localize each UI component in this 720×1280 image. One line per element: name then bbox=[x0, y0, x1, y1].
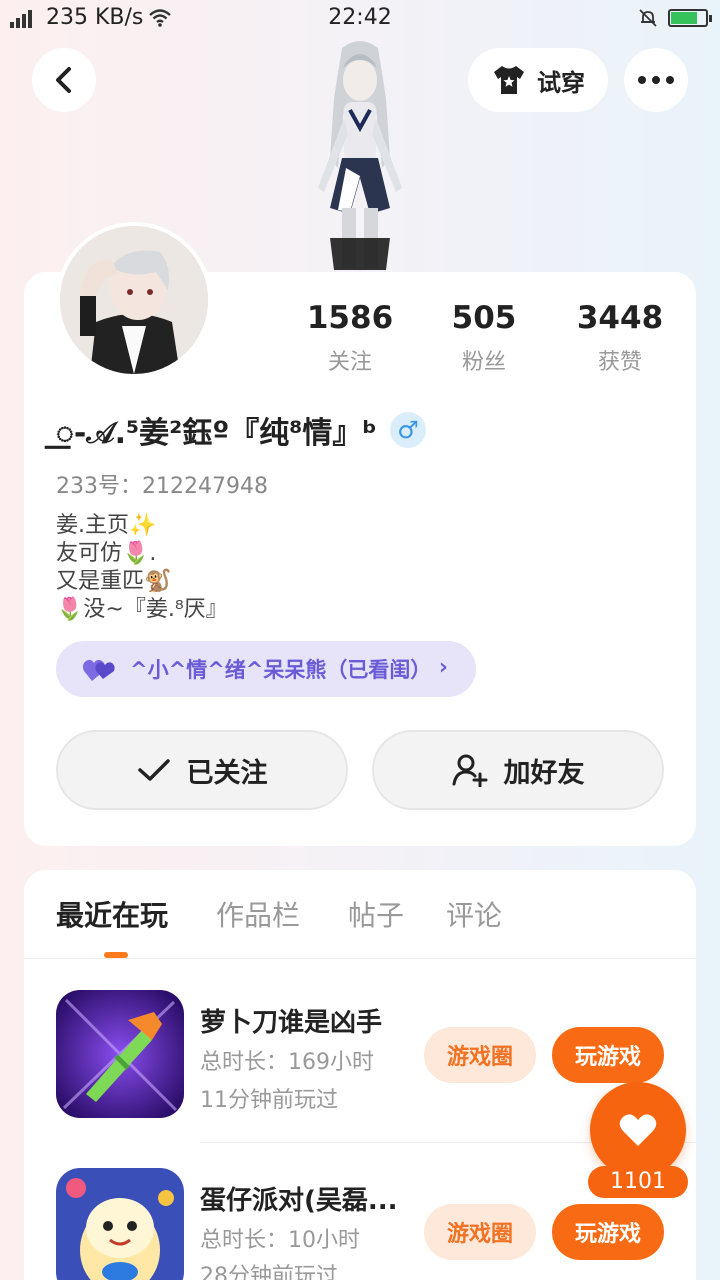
battery-icon bbox=[668, 9, 712, 27]
followed-label: 已关注 bbox=[186, 757, 268, 789]
carrot-knife-game-icon bbox=[56, 990, 184, 1118]
user-id[interactable]: 233号：212247948 bbox=[56, 468, 268, 500]
stat-fans[interactable]: 505 粉丝 bbox=[414, 300, 554, 376]
relationship-pill[interactable]: ^小^情^绪^呆呆熊（已看闺） › bbox=[56, 641, 476, 697]
try-on-label: 试穿 bbox=[537, 68, 585, 97]
play-game-button[interactable]: 玩游戏 bbox=[552, 1204, 664, 1260]
avatar[interactable] bbox=[56, 222, 212, 378]
tshirt-icon bbox=[494, 66, 524, 94]
like-count: 1101 bbox=[588, 1166, 688, 1198]
play-game-button[interactable]: 玩游戏 bbox=[552, 1027, 664, 1083]
more-dot-icon bbox=[638, 76, 646, 84]
game-last-played: 11分钟前玩过 bbox=[200, 1088, 338, 1113]
gender-male-icon: ♂ bbox=[390, 412, 426, 448]
game-icon[interactable] bbox=[56, 990, 184, 1118]
more-dot-icon bbox=[652, 76, 660, 84]
stat-likes[interactable]: 3448 获赞 bbox=[550, 300, 690, 376]
stat-following-count: 1586 bbox=[306, 300, 394, 336]
stat-following-label: 关注 bbox=[327, 350, 372, 375]
chevron-right-icon: › bbox=[438, 655, 448, 680]
more-dot-icon bbox=[666, 76, 674, 84]
tab-comments[interactable]: 评论 bbox=[446, 894, 502, 934]
tab-recently-played[interactable]: 最近在玩 bbox=[56, 894, 168, 934]
add-friend-label: 加好友 bbox=[503, 757, 585, 789]
bio-line: 又是重匹🐒 bbox=[56, 569, 172, 594]
add-friend-button[interactable]: 加好友 bbox=[372, 730, 664, 810]
back-button[interactable] bbox=[32, 48, 96, 112]
stat-likes-count: 3448 bbox=[576, 300, 664, 336]
stat-likes-label: 获赞 bbox=[597, 350, 642, 375]
game-circle-button[interactable]: 游戏圈 bbox=[424, 1204, 536, 1260]
game-icon[interactable] bbox=[56, 1168, 184, 1280]
eggy-party-game-icon bbox=[56, 1168, 184, 1280]
heart-icon bbox=[619, 1114, 657, 1146]
bio-line: 🌷没~『姜.⁸厌』 bbox=[56, 597, 228, 622]
bio-line: 友可仿🌷. bbox=[56, 541, 157, 566]
mute-bell-icon bbox=[639, 9, 657, 27]
game-duration: 总时长：169小时 bbox=[200, 1050, 374, 1075]
nickname: ꯭-𝒜.⁵姜²鈺º『纯⁸情』ᵇ bbox=[56, 416, 377, 451]
try-on-button[interactable]: 试穿 bbox=[468, 48, 608, 112]
game-title[interactable]: 蛋仔派对(吴磊... bbox=[200, 1180, 398, 1217]
stat-fans-count: 505 bbox=[451, 300, 517, 336]
divider bbox=[24, 958, 696, 959]
avatar-image bbox=[60, 226, 208, 374]
character-avatar-figure bbox=[318, 41, 402, 270]
like-button[interactable] bbox=[590, 1082, 686, 1178]
chevron-left-icon bbox=[56, 67, 71, 93]
game-last-played: 28分钟前玩过 bbox=[200, 1264, 338, 1280]
stat-fans-label: 粉丝 bbox=[461, 350, 506, 375]
check-icon bbox=[137, 759, 170, 781]
double-heart-icon bbox=[82, 659, 115, 681]
status-bar: 235 KB/s 22:42 bbox=[0, 0, 720, 40]
relationship-text: ^小^情^绪^呆呆熊（已看闺） bbox=[130, 658, 432, 682]
stats-row: 1586 关注 505 粉丝 3448 获赞 bbox=[280, 300, 690, 380]
bio-line: 姜.主页✨ bbox=[56, 513, 157, 538]
tab-posts[interactable]: 帖子 bbox=[348, 894, 404, 934]
stat-following[interactable]: 1586 关注 bbox=[280, 300, 420, 376]
clock: 22:42 bbox=[328, 5, 392, 30]
game-circle-button[interactable]: 游戏圈 bbox=[424, 1027, 536, 1083]
tab-works[interactable]: 作品栏 bbox=[216, 894, 300, 934]
followed-button[interactable]: 已关注 bbox=[56, 730, 348, 810]
game-title[interactable]: 萝卜刀谁是凶手 bbox=[200, 1002, 382, 1039]
more-button[interactable] bbox=[624, 48, 688, 112]
add-user-icon bbox=[452, 754, 487, 787]
bio: 姜.主页✨ 友可仿🌷. 又是重匹🐒 🌷没~『姜.⁸厌』 bbox=[56, 512, 228, 624]
game-duration: 总时长：10小时 bbox=[200, 1228, 360, 1253]
